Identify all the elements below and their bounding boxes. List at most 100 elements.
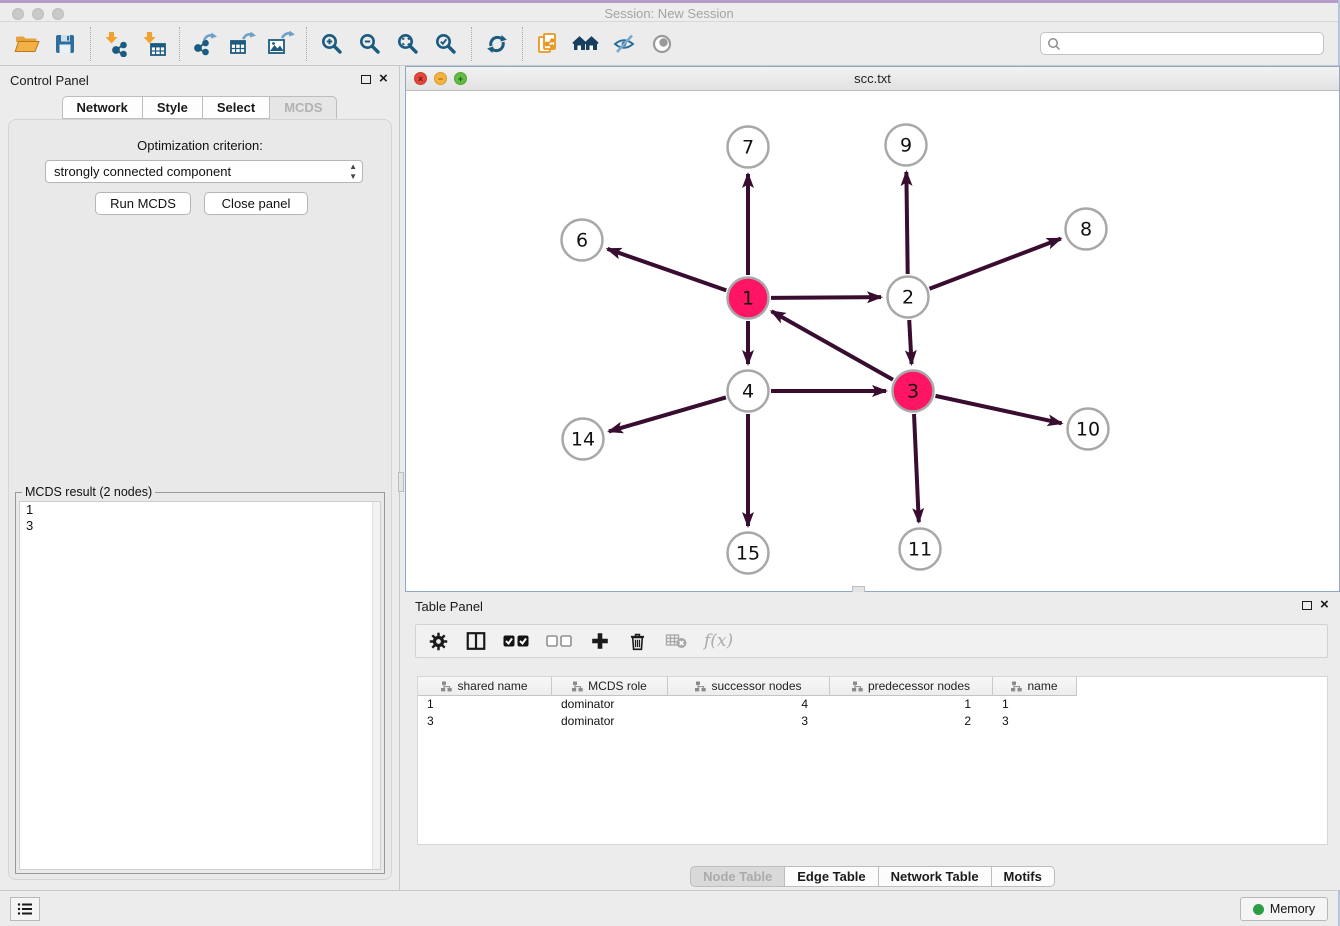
close-panel-icon[interactable]: × xyxy=(379,70,388,87)
column-header-label: name xyxy=(1027,679,1057,693)
graph-node-6[interactable]: 6 xyxy=(562,220,603,261)
graph-edge-2-3[interactable] xyxy=(909,320,911,364)
export-network-button[interactable] xyxy=(186,26,224,62)
show-column-panel-button[interactable] xyxy=(465,628,487,654)
tab-node-table[interactable]: Node Table xyxy=(690,866,785,887)
zoom-out-button[interactable] xyxy=(351,26,389,62)
network-canvas[interactable]: 1 2 3 4 6 7 8 9 10 11 14 15 xyxy=(406,91,1339,591)
task-history-button[interactable] xyxy=(10,897,40,921)
hide-graphics-details-button[interactable] xyxy=(605,26,643,62)
create-column-button[interactable] xyxy=(589,628,611,654)
control-panel-tabs: NetworkStyleSelectMCDS xyxy=(0,96,399,119)
graph-edge-4-14[interactable] xyxy=(609,397,726,431)
graph-node-label: 3 xyxy=(907,381,919,403)
tab-mcds[interactable]: MCDS xyxy=(270,96,337,119)
network-window-title: scc.txt xyxy=(406,71,1339,86)
table-panel: Table Panel × xyxy=(405,592,1340,890)
eye-slash-icon xyxy=(611,32,637,56)
search-field[interactable] xyxy=(1040,32,1324,55)
column-header-successor-nodes[interactable]: successor nodes xyxy=(668,677,830,696)
tab-network-table[interactable]: Network Table xyxy=(879,866,992,887)
mcds-result-line: 3 xyxy=(20,518,380,534)
attribute-icon xyxy=(572,681,583,692)
homes-icon xyxy=(572,32,600,56)
graph-edge-2-8[interactable] xyxy=(929,239,1060,289)
column-header-name[interactable]: name xyxy=(993,677,1077,696)
zoom-in-button[interactable] xyxy=(313,26,351,62)
memory-button[interactable]: Memory xyxy=(1240,897,1328,921)
delete-column-button[interactable] xyxy=(627,628,648,654)
table-cell: 3 xyxy=(993,713,1077,729)
import-table-button[interactable] xyxy=(135,26,173,62)
tab-style[interactable]: Style xyxy=(143,96,203,119)
graph-node-8[interactable]: 8 xyxy=(1066,209,1107,250)
graph-node-11[interactable]: 11 xyxy=(900,529,941,570)
table-cell: 1 xyxy=(418,696,552,712)
graph-node-9[interactable]: 9 xyxy=(886,125,927,166)
close-panel-button[interactable]: Close panel xyxy=(204,192,308,215)
delete-table-button[interactable] xyxy=(664,628,688,654)
graph-node-7[interactable]: 7 xyxy=(728,127,769,168)
graph-node-3[interactable]: 3 xyxy=(893,371,934,412)
save-session-button[interactable] xyxy=(46,26,84,62)
column-header-MCDS-role[interactable]: MCDS role xyxy=(552,677,668,696)
graph-node-14[interactable]: 14 xyxy=(563,419,604,460)
table-row[interactable]: 3dominator323 xyxy=(418,713,1077,729)
graph-node-label: 2 xyxy=(902,287,914,309)
open-folder-icon xyxy=(14,32,40,56)
tab-motifs[interactable]: Motifs xyxy=(992,866,1055,887)
clone-network-button[interactable] xyxy=(529,26,567,62)
table-row[interactable]: 1dominator411 xyxy=(418,696,1077,712)
import-network-button[interactable] xyxy=(97,26,135,62)
export-table-button[interactable] xyxy=(224,26,262,62)
float-panel-icon[interactable] xyxy=(361,75,371,84)
graph-edge-1-6[interactable] xyxy=(607,249,726,291)
column-header-predecessor-nodes[interactable]: predecessor nodes xyxy=(830,677,993,696)
refresh-button[interactable] xyxy=(478,26,516,62)
graph-edge-3-1[interactable] xyxy=(772,311,893,379)
deselect-all-columns-button[interactable] xyxy=(546,628,573,654)
tab-edge-table[interactable]: Edge Table xyxy=(785,866,878,887)
list-icon xyxy=(17,902,33,916)
tab-select[interactable]: Select xyxy=(203,96,270,119)
export-image-button[interactable] xyxy=(262,26,300,62)
result-scrollbar[interactable] xyxy=(372,502,380,869)
window-titlebar: Session: New Session xyxy=(0,0,1338,22)
graph-node-10[interactable]: 10 xyxy=(1068,409,1109,450)
graph-node-15[interactable]: 15 xyxy=(728,533,769,574)
zoom-selected-button[interactable] xyxy=(427,26,465,62)
graph-node-4[interactable]: 4 xyxy=(728,371,769,412)
graph-edge-2-9[interactable] xyxy=(906,172,907,274)
mcds-result-text-area[interactable]: 13 xyxy=(19,501,381,870)
graph-node-2[interactable]: 2 xyxy=(888,277,929,318)
graph-edge-1-2[interactable] xyxy=(771,297,881,298)
optimization-criterion-select[interactable]: strongly connected component ▲▼ xyxy=(45,160,363,183)
first-neighbors-button[interactable] xyxy=(567,26,605,62)
search-input[interactable] xyxy=(1065,37,1317,51)
float-table-panel-icon[interactable] xyxy=(1302,601,1312,610)
graph-node-label: 4 xyxy=(742,381,754,403)
open-session-button[interactable] xyxy=(8,26,46,62)
show-graphics-details-button[interactable] xyxy=(643,26,681,62)
table-settings-button[interactable] xyxy=(428,628,449,654)
table-header-row: shared nameMCDS role successor nodes prede… xyxy=(418,677,1077,696)
function-builder-button[interactable]: f(x) xyxy=(704,628,733,654)
tab-network[interactable]: Network xyxy=(62,96,143,119)
select-all-columns-button[interactable] xyxy=(503,628,530,654)
run-mcds-button[interactable]: Run MCDS xyxy=(95,192,191,215)
search-icon xyxy=(1047,37,1061,51)
graph-node-1[interactable]: 1 xyxy=(728,278,769,319)
graph-edge-3-11[interactable] xyxy=(914,414,919,522)
save-icon xyxy=(53,32,77,56)
column-header-label: predecessor nodes xyxy=(868,679,970,693)
column-header-label: successor nodes xyxy=(711,679,801,693)
table-toolbar: f(x) xyxy=(415,624,1328,658)
zoom-fit-button[interactable] xyxy=(389,26,427,62)
unchecked-boxes-icon xyxy=(546,634,573,648)
graph-edge-3-10[interactable] xyxy=(935,396,1061,423)
column-header-shared-name[interactable]: shared name xyxy=(418,677,552,696)
graph-node-label: 11 xyxy=(908,539,932,561)
close-table-panel-icon[interactable]: × xyxy=(1320,596,1329,613)
table-panel-tabs: Node TableEdge TableNetwork TableMotifs xyxy=(405,866,1340,887)
horizontal-split-handle[interactable] xyxy=(398,472,404,492)
